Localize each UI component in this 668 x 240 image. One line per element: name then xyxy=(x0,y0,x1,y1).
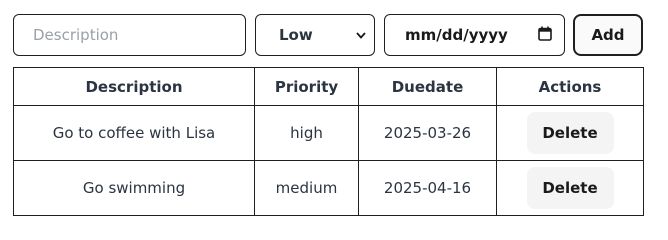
chevron-down-icon xyxy=(356,30,366,40)
cell-actions: Delete xyxy=(496,105,644,161)
description-input[interactable]: Description xyxy=(13,14,246,56)
delete-button[interactable]: Delete xyxy=(526,167,614,209)
table-row: Go to coffee with Lisa high 2025-03-26 D… xyxy=(13,105,644,161)
header-actions: Actions xyxy=(496,67,644,106)
header-duedate: Duedate xyxy=(358,67,497,106)
todo-table: Description Priority Duedate Actions Go … xyxy=(13,67,644,216)
header-description: Description xyxy=(13,67,255,106)
cell-priority: high xyxy=(254,105,359,161)
description-placeholder: Description xyxy=(33,26,119,44)
cell-duedate: 2025-04-16 xyxy=(358,160,497,216)
header-priority: Priority xyxy=(254,67,359,106)
cell-priority: medium xyxy=(254,160,359,216)
priority-selected-value: Low xyxy=(279,26,313,44)
delete-button[interactable]: Delete xyxy=(526,112,614,154)
cell-description: Go to coffee with Lisa xyxy=(13,105,255,161)
priority-select[interactable]: Low xyxy=(255,14,375,56)
duedate-input[interactable]: mm/dd/yyyy xyxy=(384,14,565,56)
table-header-row: Description Priority Duedate Actions xyxy=(13,67,644,106)
cell-description: Go swimming xyxy=(13,160,255,216)
cell-actions: Delete xyxy=(496,160,644,216)
date-placeholder: mm/dd/yyyy xyxy=(405,26,508,44)
todo-form: Description Low mm/dd/yyyy Add xyxy=(13,14,643,56)
table-row: Go swimming medium 2025-04-16 Delete xyxy=(13,160,644,216)
calendar-icon[interactable] xyxy=(538,26,552,45)
cell-duedate: 2025-03-26 xyxy=(358,105,497,161)
add-button[interactable]: Add xyxy=(573,14,643,56)
